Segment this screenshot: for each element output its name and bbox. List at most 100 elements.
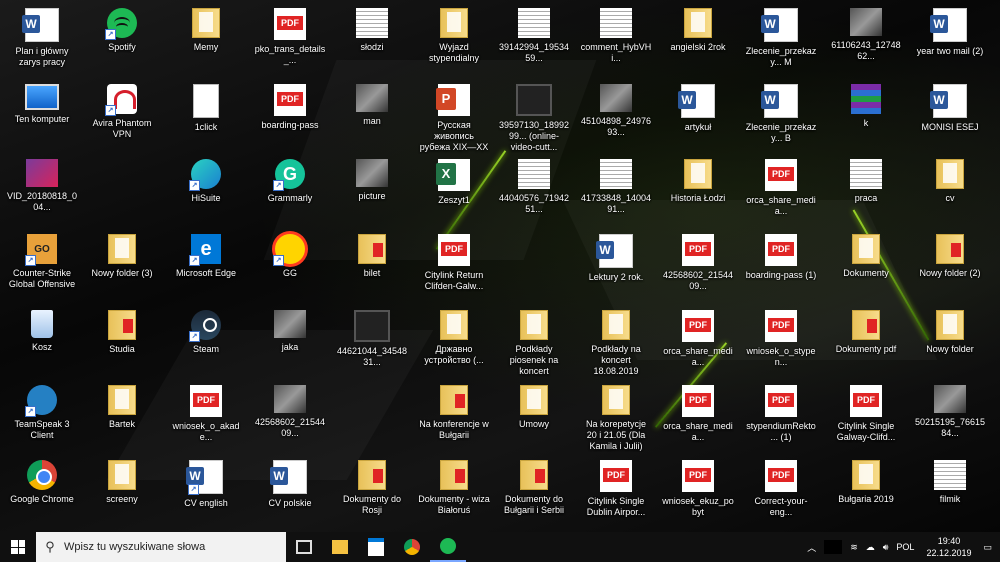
- desktop-icon[interactable]: Zlecenie_przekazy... B: [745, 80, 817, 144]
- desktop-icon[interactable]: ↗ Steam: [170, 306, 242, 355]
- task-view-button[interactable]: [286, 532, 322, 562]
- desktop-icon[interactable]: Dokumenty do Rosji: [336, 456, 408, 516]
- desktop-icon-label: Bartek: [108, 419, 135, 429]
- desktop-icon[interactable]: 39142994_1953459...: [498, 4, 570, 64]
- desktop-icon[interactable]: Historia Łodzi: [662, 155, 734, 204]
- desktop-icon[interactable]: Dokumenty do Bułgarii i Serbii: [498, 456, 570, 516]
- volume-icon[interactable]: 🔊︎: [883, 542, 889, 553]
- desktop-icon[interactable]: Nowy folder: [914, 306, 986, 355]
- desktop-icon[interactable]: angielski 2rok: [662, 4, 734, 53]
- desktop-icon[interactable]: man: [336, 80, 408, 127]
- desktop-icon[interactable]: 44621044_3454831...: [336, 306, 408, 368]
- spotify-taskbar-button[interactable]: [430, 532, 466, 562]
- avira-icon: ↗: [105, 84, 137, 116]
- desktop-icon[interactable]: słodzi: [336, 4, 408, 53]
- desktop-icon[interactable]: 44040576_7194251...: [498, 155, 570, 215]
- desktop-icon[interactable]: artykuł: [662, 80, 734, 133]
- desktop-icon[interactable]: Citylink Single Galway-Clifd...: [830, 381, 902, 443]
- desktop-icon[interactable]: GO ↗ Counter-Strike Global Offensive: [6, 230, 78, 290]
- desktop-icon[interactable]: jaka: [254, 306, 326, 353]
- desktop-icon-label: wniosek_ekuz_pobyt: [662, 496, 734, 517]
- language-indicator[interactable]: POL: [896, 542, 914, 552]
- desktop-icon[interactable]: Русская живопись рубежа XIX—XX ...: [418, 80, 490, 154]
- desktop-icon[interactable]: Podkłady na koncert 18.08.2019: [580, 306, 652, 377]
- thumb-icon: [850, 8, 882, 36]
- desktop-icon[interactable]: Kosz: [6, 306, 78, 353]
- desktop-icon[interactable]: cv: [914, 155, 986, 204]
- desktop-icon[interactable]: Wyjazd stypendialny: [418, 4, 490, 64]
- onedrive-icon[interactable]: ☁: [866, 542, 875, 553]
- desktop-icon[interactable]: Nowy folder (3): [86, 230, 158, 279]
- desktop-icon[interactable]: boarding-pass: [254, 80, 326, 131]
- desktop-icon[interactable]: CV polskie: [254, 456, 326, 509]
- desktop-icon[interactable]: screeny: [86, 456, 158, 505]
- desktop-icon[interactable]: ↗ GG: [254, 230, 326, 279]
- desktop-icon[interactable]: ↗ HiSuite: [170, 155, 242, 204]
- desktop-icon[interactable]: Citylink Single Dublin Airpor...: [580, 456, 652, 518]
- desktop-icon[interactable]: k: [830, 80, 902, 129]
- desktop-icon[interactable]: stypendiumRekto... (1): [745, 381, 817, 443]
- desktop-icon[interactable]: wniosek_o_akade...: [170, 381, 242, 443]
- desktop-icon[interactable]: 39597130_1899299... (online-video-cutt..…: [498, 80, 570, 153]
- desktop-icon[interactable]: Google Chrome: [6, 456, 78, 505]
- desktop-icon[interactable]: praca: [830, 155, 902, 204]
- desktop-icon[interactable]: wniosek_ekuz_pobyt: [662, 456, 734, 518]
- desktop-icon[interactable]: Zlecenie_przekazy... M: [745, 4, 817, 68]
- desktop-icon[interactable]: Dokumenty - wiza Białoruś: [418, 456, 490, 516]
- chevron-up-icon[interactable]: ︿: [807, 541, 816, 554]
- desktop-icon[interactable]: Studia: [86, 306, 158, 355]
- desktop-icon[interactable]: 45104898_2497693...: [580, 80, 652, 138]
- desktop-icon[interactable]: 41733848_1400491...: [580, 155, 652, 215]
- network-icon[interactable]: ≋: [850, 542, 858, 553]
- microsoft-store-button[interactable]: [358, 532, 394, 562]
- chrome-taskbar-button[interactable]: [394, 532, 430, 562]
- desktop-icon[interactable]: Државно устройство (...: [418, 306, 490, 366]
- desktop-icon[interactable]: Umowy: [498, 381, 570, 430]
- clock[interactable]: 19:40 22.12.2019: [926, 535, 971, 559]
- desktop-icon[interactable]: ↗ CV english: [170, 456, 242, 509]
- desktop-icon[interactable]: Zeszyt1: [418, 155, 490, 206]
- desktop-icon[interactable]: Lektury 2 rok.: [580, 230, 652, 283]
- desktop-icon[interactable]: bilet: [336, 230, 408, 279]
- desktop-icon[interactable]: VID_20180818_004...: [6, 155, 78, 213]
- file-explorer-button[interactable]: [322, 532, 358, 562]
- desktop-icon[interactable]: Correct-your-eng...: [745, 456, 817, 518]
- desktop-icon[interactable]: Nowy folder (2): [914, 230, 986, 279]
- desktop-icon[interactable]: ↗ Spotify: [86, 4, 158, 53]
- desktop-icon[interactable]: ↗ Avira Phantom VPN: [86, 80, 158, 140]
- desktop-icon[interactable]: Bułgaria 2019: [830, 456, 902, 505]
- desktop-icon[interactable]: picture: [336, 155, 408, 202]
- desktop-icon[interactable]: Dokumenty: [830, 230, 902, 279]
- desktop-icon[interactable]: G ↗ Grammarly: [254, 155, 326, 204]
- start-button[interactable]: [0, 532, 36, 562]
- desktop-icon[interactable]: orca_share_media...: [662, 381, 734, 443]
- notifications-icon[interactable]: ▭: [983, 542, 992, 553]
- desktop-icon[interactable]: Na korepetycje 20 i 21.05 (Dla Kamila i …: [580, 381, 652, 452]
- desktop-icon[interactable]: ↗ TeamSpeak 3 Client: [6, 381, 78, 441]
- desktop-icon[interactable]: wniosek_o_stypen...: [745, 306, 817, 368]
- desktop-icon[interactable]: Citylink Return Clifden-Galw...: [418, 230, 490, 292]
- desktop-icon[interactable]: filmik: [914, 456, 986, 505]
- desktop-icon[interactable]: Na konferencje w Bułgarii: [418, 381, 490, 441]
- desktop-icon[interactable]: Memy: [170, 4, 242, 53]
- tray-app-icon[interactable]: [824, 540, 843, 554]
- desktop-icon[interactable]: year two mail (2): [914, 4, 986, 57]
- search-box[interactable]: ⚲ Wpisz tu wyszukiwane słowa: [36, 532, 286, 562]
- desktop-icon[interactable]: Bartek: [86, 381, 158, 430]
- desktop-icon[interactable]: 42568602_2154409...: [662, 230, 734, 292]
- desktop-icon[interactable]: comment_HybVHi...: [580, 4, 652, 64]
- desktop-icon[interactable]: 50215195_7661584...: [914, 381, 986, 439]
- desktop-icon[interactable]: e ↗ Microsoft Edge: [170, 230, 242, 279]
- desktop-icon[interactable]: Ten komputer: [6, 80, 78, 125]
- desktop-icon[interactable]: pko_trans_details_...: [254, 4, 326, 66]
- desktop-icon[interactable]: boarding-pass (1): [745, 230, 817, 281]
- desktop-icon[interactable]: MONISI ESEJ: [914, 80, 986, 133]
- desktop-icon[interactable]: Podkłady piosenek na koncert: [498, 306, 570, 377]
- desktop-icon[interactable]: 1click: [170, 80, 242, 133]
- desktop-icon[interactable]: orca_share_media...: [745, 155, 817, 217]
- desktop-icon[interactable]: Plan i główny zarys pracy: [6, 4, 78, 68]
- desktop-icon[interactable]: orca_share_media...: [662, 306, 734, 368]
- desktop-icon[interactable]: 42568602_2154409...: [254, 381, 326, 439]
- desktop-icon[interactable]: Dokumenty pdf: [830, 306, 902, 355]
- desktop-icon[interactable]: 61106243_1274862...: [830, 4, 902, 62]
